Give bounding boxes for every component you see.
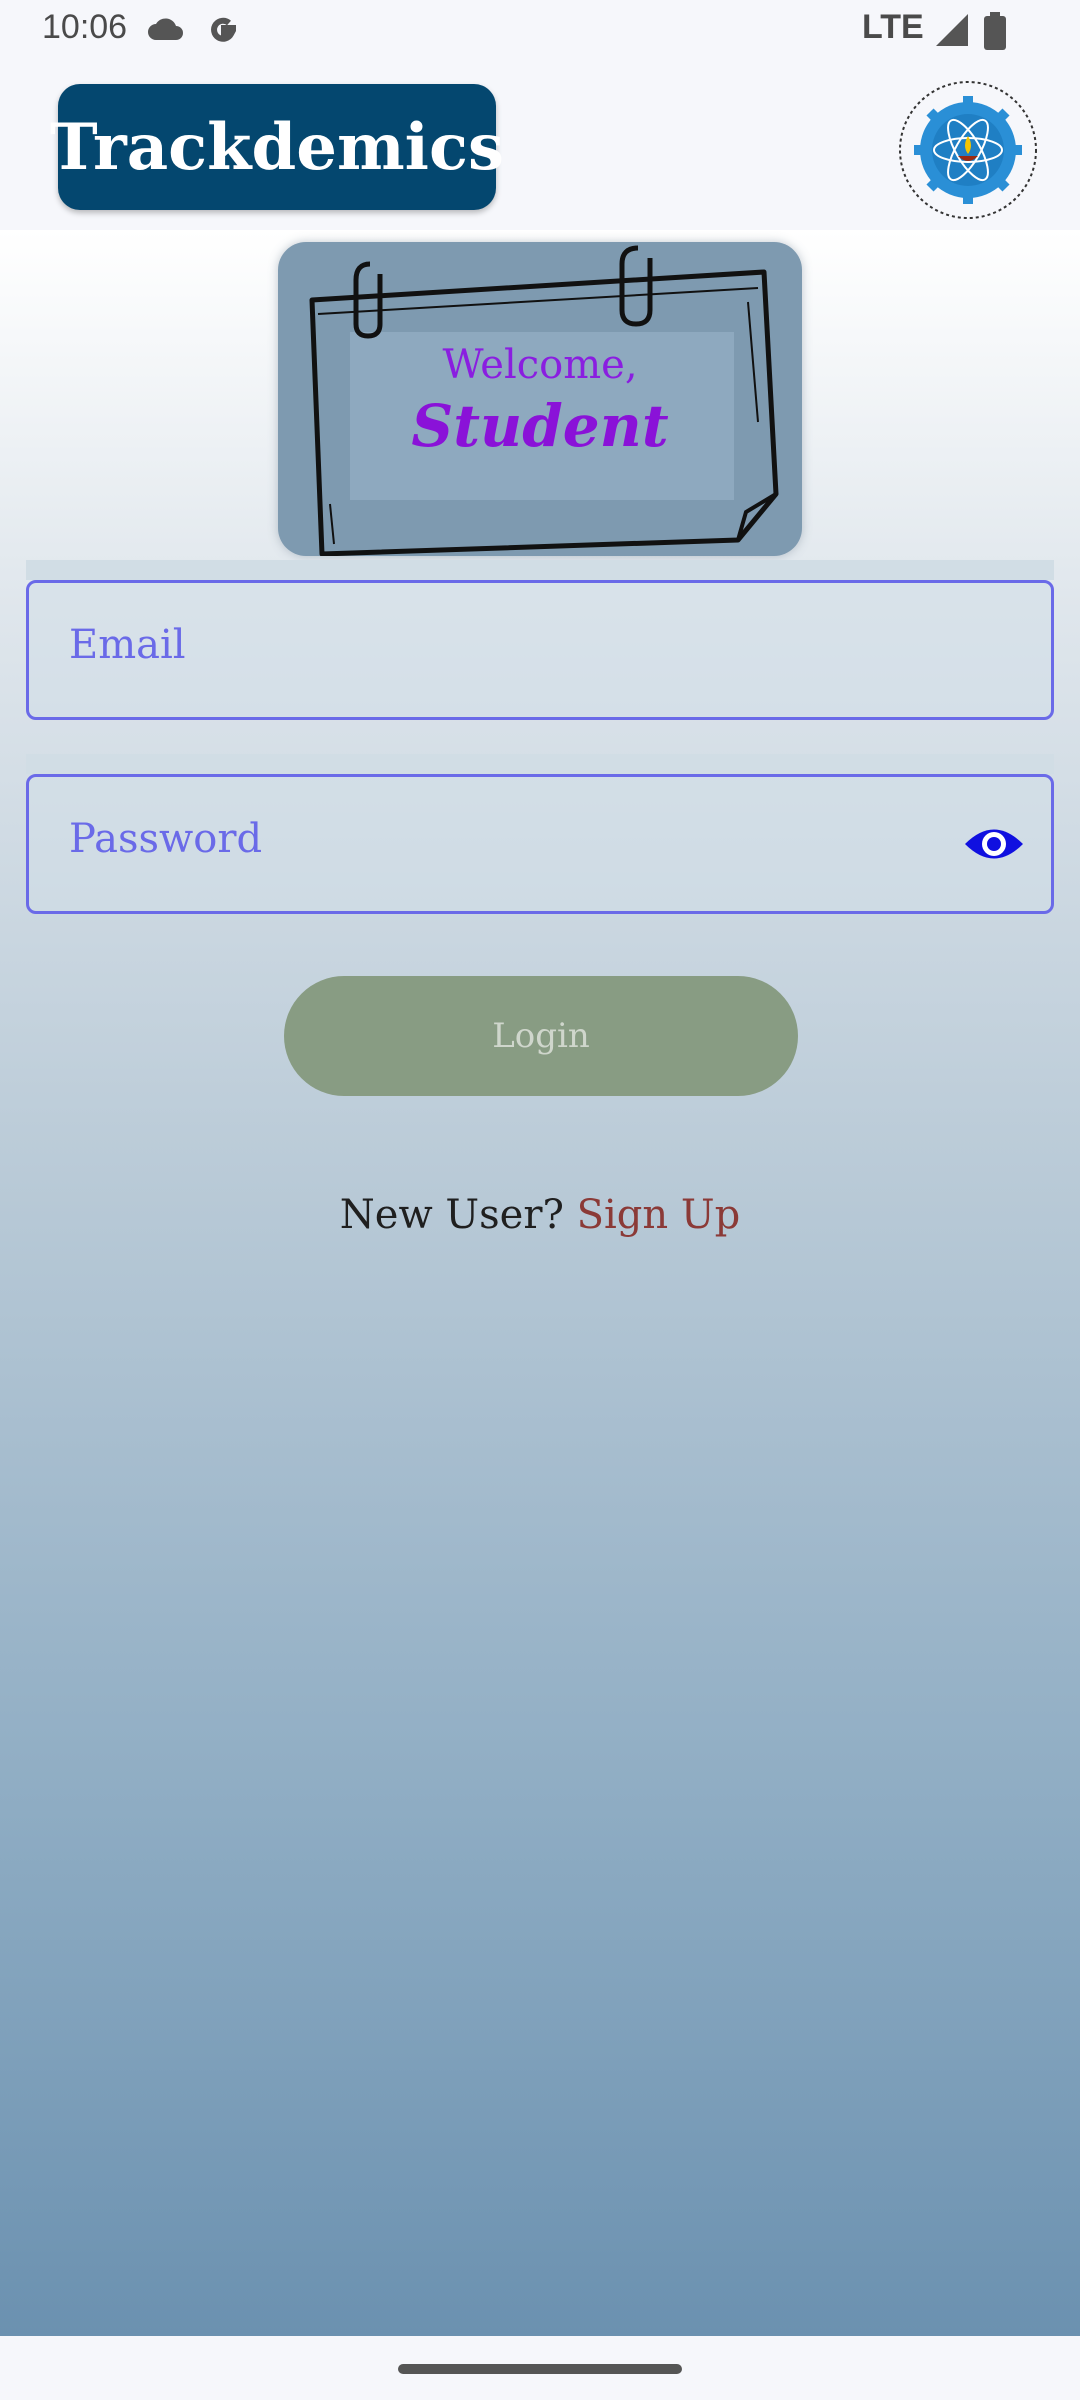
app-header: Trackdemics [0, 62, 1080, 230]
navigation-bar [0, 2336, 1080, 2400]
email-field[interactable] [26, 580, 1054, 720]
cloud-icon [148, 18, 183, 40]
login-button[interactable]: Login [284, 976, 798, 1096]
institute-logo-icon [899, 81, 1037, 219]
network-type: LTE [862, 8, 924, 46]
google-icon [211, 17, 237, 42]
signup-link[interactable]: Sign Up [577, 1192, 741, 1238]
battery-icon [984, 12, 1006, 50]
app-title: Trackdemics [50, 84, 504, 210]
password-field[interactable] [26, 774, 1054, 914]
status-time: 10:06 [42, 8, 128, 46]
welcome-greeting: Welcome, [442, 342, 638, 388]
password-input[interactable] [67, 803, 951, 875]
home-gesture-handle[interactable] [398, 2364, 682, 2374]
password-field-background [26, 754, 1054, 774]
email-input[interactable] [67, 609, 951, 681]
signal-icon [936, 14, 968, 46]
login-screen: Welcome, Student Login New User? Sign Up [0, 230, 1080, 2336]
signup-prompt: New User? [339, 1192, 564, 1238]
signup-row: New User? Sign Up [0, 1192, 1080, 1238]
welcome-card: Welcome, Student [278, 242, 802, 556]
email-field-background [26, 560, 1054, 580]
eye-icon[interactable] [963, 823, 1025, 865]
status-bar: 10:06 LTE [0, 0, 1080, 62]
welcome-role: Student [411, 392, 669, 460]
